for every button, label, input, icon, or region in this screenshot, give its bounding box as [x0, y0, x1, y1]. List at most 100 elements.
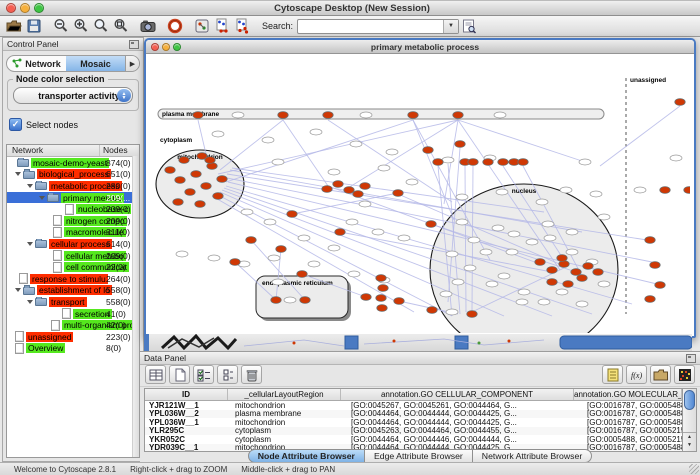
minimize-window-button[interactable]	[20, 3, 30, 13]
tree-column-network[interactable]: Network	[7, 145, 100, 156]
network-canvas[interactable]: plasma membranecytoplasmmitochondrionnuc…	[146, 54, 690, 333]
gene-node[interactable]	[262, 137, 274, 143]
selected-gene-node[interactable]	[378, 285, 388, 292]
selected-gene-node[interactable]	[426, 221, 436, 228]
gene-node[interactable]	[232, 112, 244, 118]
gene-node[interactable]	[456, 194, 468, 200]
selected-gene-node[interactable]	[423, 147, 433, 154]
selected-gene-node[interactable]	[179, 157, 189, 164]
selected-gene-node[interactable]	[453, 112, 463, 119]
selected-gene-node[interactable]	[577, 275, 587, 282]
tree-row-nucleobase-c[interactable]: nucleobase-c209(0)	[7, 203, 139, 215]
gene-node[interactable]	[492, 225, 504, 231]
table-mode-icon[interactable]	[145, 365, 166, 384]
attribute-table-scrollbar[interactable]: ▲▼	[682, 388, 697, 452]
tree-row-mosaic-demo-yeast[interactable]: mosaic-demo-yeast874(0)	[7, 157, 139, 169]
select-nodes-checkbox[interactable]: ✓	[9, 118, 22, 131]
selected-gene-node[interactable]	[191, 171, 201, 178]
selected-gene-node[interactable]	[684, 187, 690, 194]
selected-gene-node[interactable]	[175, 177, 185, 184]
selected-gene-node[interactable]	[193, 112, 203, 119]
disclosure-triangle-icon[interactable]	[15, 172, 21, 176]
gene-node[interactable]	[398, 235, 410, 241]
save-icon[interactable]	[25, 18, 43, 35]
gene-node[interactable]	[538, 299, 550, 305]
table-row-YLR295C[interactable]: YLR295Ccytoplasm[GO:0045263, GO:0044464,…	[145, 427, 682, 436]
selected-gene-node[interactable]	[427, 307, 437, 314]
gene-node[interactable]	[560, 187, 572, 193]
formula-builder-icon[interactable]: f(x)	[626, 365, 647, 384]
selected-gene-node[interactable]	[645, 237, 655, 244]
close-window-button[interactable]	[6, 3, 16, 13]
zoom-selected-icon[interactable]	[112, 18, 130, 35]
selected-gene-node[interactable]	[593, 269, 603, 276]
selected-gene-node[interactable]	[195, 201, 205, 208]
selected-gene-node[interactable]	[563, 281, 573, 288]
gene-node[interactable]	[442, 157, 454, 163]
selected-gene-node[interactable]	[376, 295, 386, 302]
tree-column-nodes[interactable]: Nodes	[100, 145, 139, 156]
network-zoom-button[interactable]	[173, 43, 181, 51]
app-titlebar[interactable]: Cytoscape Desktop (New Session)	[0, 1, 700, 16]
disclosure-triangle-icon[interactable]	[27, 300, 33, 304]
selected-gene-node[interactable]	[408, 112, 418, 119]
gene-node[interactable]	[579, 159, 591, 165]
tree-row-cell-communicat[interactable]: cell communicat22(0)	[7, 261, 139, 273]
gene-node[interactable]	[446, 309, 458, 315]
gene-node[interactable]	[508, 231, 520, 237]
gene-node[interactable]	[328, 169, 340, 175]
search-input[interactable]: ▼	[297, 19, 459, 34]
tree-row-nitrogen-compo[interactable]: nitrogen compo209(0)	[7, 215, 139, 227]
selected-gene-node[interactable]	[322, 186, 332, 193]
gene-node[interactable]	[542, 221, 554, 227]
selected-gene-node[interactable]	[547, 267, 557, 274]
selected-gene-node[interactable]	[393, 190, 403, 197]
gene-node[interactable]	[372, 229, 384, 235]
column-header-1[interactable]: _cellularLayoutRegion	[228, 389, 341, 400]
gene-node[interactable]	[536, 199, 548, 205]
gene-node[interactable]	[346, 219, 358, 225]
gene-node[interactable]	[486, 281, 498, 287]
disclosure-triangle-icon[interactable]	[15, 288, 21, 292]
selected-gene-node[interactable]	[165, 167, 175, 174]
selected-gene-node[interactable]	[276, 246, 286, 253]
tab-node-attribute-browser[interactable]: Node Attribute Browser	[248, 449, 365, 463]
table-row-YPL036W__1[interactable]: YPL036W__1mitochondrion[GO:0044464, GO:0…	[145, 418, 682, 427]
selected-gene-node[interactable]	[287, 211, 297, 218]
selected-gene-node[interactable]	[323, 112, 333, 119]
float-data-panel-icon[interactable]	[686, 354, 696, 363]
gene-node[interactable]	[310, 129, 322, 135]
selected-gene-node[interactable]	[571, 269, 581, 276]
selected-gene-node[interactable]	[467, 311, 477, 318]
tree-row-response-to-stimulu[interactable]: response to stimulu264(0)	[7, 273, 139, 285]
gene-node[interactable]	[566, 229, 578, 235]
selected-gene-node[interactable]	[333, 181, 343, 188]
gene-node[interactable]	[452, 279, 464, 285]
mapping-matrix-icon[interactable]	[674, 365, 695, 384]
disclosure-triangle-icon[interactable]	[27, 242, 33, 246]
table-row-YPL036W__2[interactable]: YPL036W__2plasma membrane[GO:0044464, GO…	[145, 410, 682, 419]
snapshot-icon[interactable]	[139, 18, 157, 35]
tab-edge-attribute-browser[interactable]: Edge Attribute Browser	[365, 449, 473, 463]
gene-node[interactable]	[359, 201, 371, 207]
gene-node[interactable]	[272, 279, 284, 285]
gene-node[interactable]	[526, 239, 538, 245]
selected-gene-node[interactable]	[377, 305, 387, 312]
gene-node[interactable]	[456, 219, 468, 225]
selected-gene-node[interactable]	[433, 159, 443, 166]
gene-node[interactable]	[241, 209, 253, 215]
gene-node[interactable]	[498, 273, 510, 279]
gene-node[interactable]	[544, 235, 556, 241]
tree-row-overview[interactable]: Overview8(0)	[7, 343, 139, 355]
help-icon[interactable]	[166, 18, 184, 35]
zoom-in-icon[interactable]	[72, 18, 90, 35]
gene-node[interactable]	[386, 149, 398, 155]
table-row-YJR121W__1[interactable]: YJR121W__1mitochondrion[GO:0045267, GO:0…	[145, 401, 682, 410]
selected-gene-node[interactable]	[483, 159, 493, 166]
tree-row-unassigned[interactable]: unassigned223(0)	[7, 331, 139, 343]
scrollbar-thumb[interactable]	[684, 390, 695, 410]
selected-gene-node[interactable]	[230, 259, 240, 266]
gene-node[interactable]	[556, 289, 568, 295]
selected-gene-node[interactable]	[660, 187, 670, 194]
tree-row-primary-metabo[interactable]: primary metabo209(...	[7, 192, 139, 204]
